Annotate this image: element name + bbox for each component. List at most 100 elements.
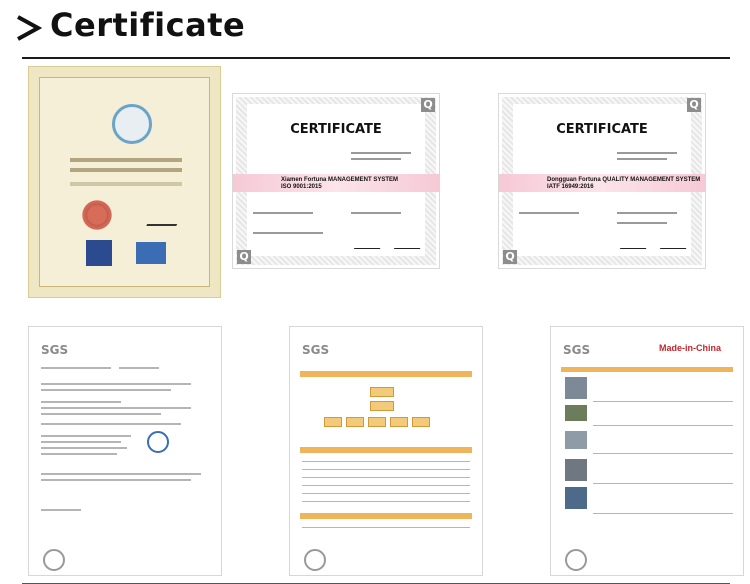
- report-text-line: [41, 447, 127, 449]
- certificate-iso9001: CERTIFICATE Xiamen Fortuna MANAGEMENT SY…: [232, 93, 440, 269]
- equipment-photo: [565, 431, 587, 449]
- cert-text-line: [617, 152, 677, 154]
- certificate-band: Dongguan Fortuna QUALITY MANAGEMENT SYST…: [499, 174, 705, 192]
- certificate-border: [39, 77, 210, 287]
- table-row: [593, 425, 733, 426]
- made-in-china-logo: Made-in-China: [659, 343, 721, 353]
- cert-text-line: [617, 212, 677, 214]
- company-name: Dongguan Fortuna QUALITY MANAGEMENT SYST…: [547, 177, 700, 183]
- report-text-line: [41, 453, 117, 455]
- equipment-photo: [565, 377, 587, 399]
- report-text-line: [41, 389, 171, 391]
- cert-text-line: [617, 158, 667, 160]
- report-text-line: [41, 435, 131, 437]
- q-logo-icon: Q: [503, 250, 517, 264]
- certificate-emblem: [112, 104, 152, 144]
- cert-text-line: [70, 158, 182, 162]
- cert-text-line: [253, 232, 323, 234]
- report-text-line: [41, 413, 161, 415]
- cert-text-line: [617, 222, 667, 224]
- cert-text-line: [70, 168, 182, 172]
- q-logo-icon: Q: [421, 98, 435, 112]
- signature: [146, 210, 184, 226]
- sgs-seal: [304, 549, 326, 571]
- section-header-bar: [300, 513, 472, 519]
- report-text-line: [41, 423, 181, 425]
- table-row: [593, 401, 733, 402]
- system-label: QUALITY MANAGEMENT SYSTEM: [602, 177, 701, 183]
- accreditation-badge: [147, 431, 169, 453]
- company-label: Xiamen Fortuna: [281, 177, 327, 183]
- header-divider: [22, 57, 730, 59]
- sgs-logo: SGS: [563, 343, 591, 357]
- certificate-heading: CERTIFICATE: [290, 122, 382, 137]
- sgs-report-page-2: SGS: [289, 326, 483, 576]
- sgs-logo: SGS: [302, 343, 330, 357]
- chevron-right-icon: [17, 15, 42, 41]
- equipment-photo: [565, 459, 587, 481]
- report-text-line: [41, 407, 191, 409]
- table-row: [593, 483, 733, 484]
- iaf-logo: [136, 242, 166, 264]
- cert-text-line: [253, 212, 313, 214]
- section-header-bar: [300, 447, 472, 453]
- report-text-line: [41, 473, 201, 475]
- report-text-line: [41, 479, 191, 481]
- certificate-body: CERTIFICATE Xiamen Fortuna MANAGEMENT SY…: [233, 104, 439, 256]
- report-text-line: [41, 441, 121, 443]
- signature: [353, 238, 387, 249]
- table-row: [302, 477, 470, 478]
- table-row: [302, 469, 470, 470]
- report-text-line: [41, 401, 121, 403]
- table-row: [593, 513, 733, 514]
- cert-text-line: [519, 212, 579, 214]
- sgs-logo: SGS: [41, 343, 69, 357]
- cert-text-line: [351, 158, 401, 160]
- q-logo-icon: Q: [237, 250, 251, 264]
- sgs-report-page-1: SGS: [28, 326, 222, 576]
- table-row: [302, 501, 470, 502]
- report-text-line: [41, 383, 191, 385]
- org-chart-box: [370, 387, 394, 397]
- org-chart-box: [370, 401, 394, 411]
- system-label: MANAGEMENT SYSTEM: [328, 177, 399, 183]
- section-header-bar: [300, 371, 472, 377]
- cert-text-line: [351, 212, 401, 214]
- certificate-body: CERTIFICATE Dongguan Fortuna QUALITY MAN…: [499, 104, 705, 256]
- table-row: [302, 461, 470, 462]
- cert-text-line: [351, 152, 411, 154]
- org-chart-box: [346, 417, 364, 427]
- signature: [619, 238, 653, 249]
- certificate-band: Xiamen Fortuna MANAGEMENT SYSTEM ISO 900…: [233, 174, 439, 192]
- accreditation-logo: [86, 240, 112, 266]
- table-row: [302, 527, 470, 528]
- signature: [393, 238, 427, 249]
- org-chart-box: [390, 417, 408, 427]
- page-header: Certificate: [0, 0, 750, 56]
- table-row: [593, 453, 733, 454]
- org-chart-box: [324, 417, 342, 427]
- sgs-seal: [43, 549, 65, 571]
- red-seal: [80, 198, 114, 232]
- standard-label: ISO 9001:2015: [281, 184, 322, 190]
- company-name: Xiamen Fortuna MANAGEMENT SYSTEM: [281, 177, 398, 183]
- section-header-bar: [561, 367, 733, 372]
- org-chart-box: [368, 417, 386, 427]
- report-text-line: [119, 367, 159, 369]
- cert-text-line: [70, 182, 182, 186]
- sgs-report-page-3: SGS Made-in-China: [550, 326, 744, 576]
- certificate-iatf16949: CERTIFICATE Dongguan Fortuna QUALITY MAN…: [498, 93, 706, 269]
- sgs-seal: [565, 549, 587, 571]
- equipment-photo: [565, 487, 587, 509]
- quality-certificate-gold: [28, 66, 221, 298]
- signature: [659, 238, 693, 249]
- equipment-photo: [565, 405, 587, 421]
- signature: [41, 509, 81, 511]
- q-logo-icon: Q: [687, 98, 701, 112]
- table-row: [302, 493, 470, 494]
- org-chart-box: [412, 417, 430, 427]
- report-text-line: [41, 367, 111, 369]
- certificate-heading: CERTIFICATE: [556, 122, 648, 137]
- table-row: [302, 485, 470, 486]
- company-label: Dongguan Fortuna: [547, 177, 601, 183]
